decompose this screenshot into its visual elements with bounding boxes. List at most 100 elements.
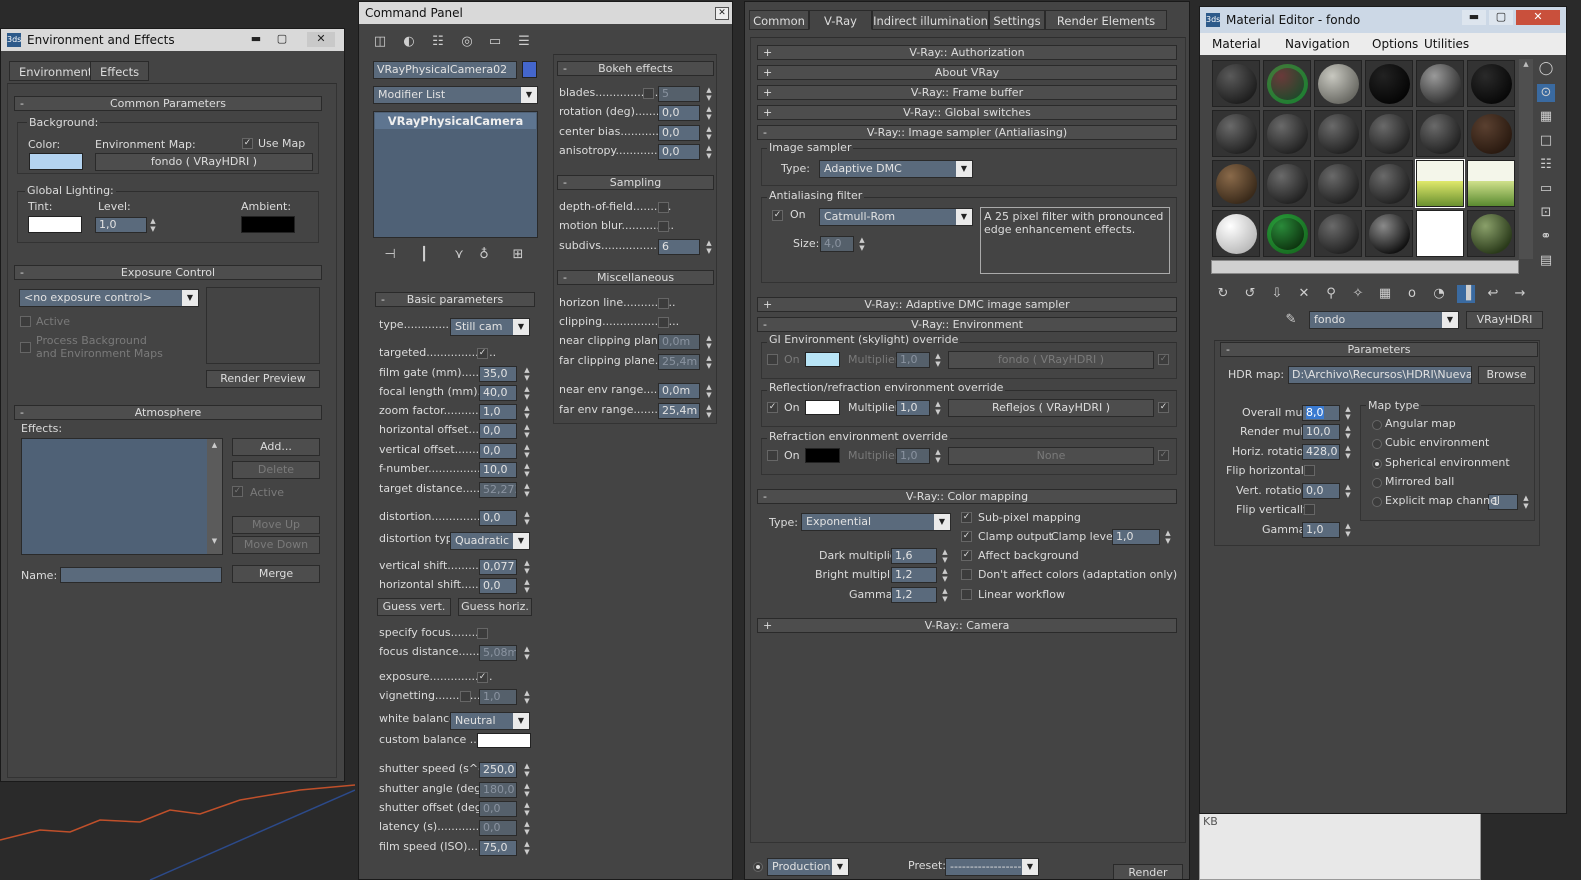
custom-balance-swatch[interactable]	[477, 733, 531, 748]
tab-effects[interactable]: Effects	[90, 61, 150, 81]
material-name-dropdown[interactable]: fondo ▼	[1309, 311, 1459, 329]
basic-param-checkbox[interactable]: ✓	[477, 348, 488, 359]
rollout-sampling[interactable]: - Sampling	[557, 175, 714, 190]
material-sample-slot[interactable]	[1467, 160, 1515, 207]
sub-pixel-checkbox[interactable]: ✓	[961, 512, 972, 523]
basic-param-spinner[interactable]: 0,077	[479, 559, 517, 575]
flip-horizontally-checkbox[interactable]	[1304, 465, 1315, 476]
delete-effect-button[interactable]: Delete	[232, 461, 320, 479]
rollout-exposure-control[interactable]: - Exposure Control	[14, 265, 322, 280]
hdr-gamma-spinner[interactable]: 1,0	[1302, 522, 1340, 538]
basic-param-checkbox[interactable]: ✓	[477, 672, 488, 683]
level-spinner-arrows[interactable]: ▲ ▼	[148, 217, 158, 233]
sampling-param-spinner[interactable]: 6	[658, 239, 700, 255]
render-mult-spinner[interactable]: 10,0	[1302, 424, 1340, 440]
sampler-type-dropdown[interactable]: Adaptive DMC ▼	[819, 160, 973, 178]
misc-param-arrows[interactable]: ▲ ▼	[704, 354, 714, 370]
basic-param-spinner[interactable]: 250,0	[479, 762, 517, 778]
remove-modifier-icon[interactable]: ♁	[475, 246, 493, 264]
material-toolbar-icon[interactable]: ▦	[1376, 285, 1394, 303]
refl-map-checkbox[interactable]: ✓	[1158, 402, 1169, 413]
basic-param-spinner-arrows[interactable]: ▲ ▼	[522, 578, 532, 594]
basic-param-spinner-arrows[interactable]: ▲ ▼	[522, 820, 532, 836]
refl-map-button[interactable]: Reflejos ( VRayHDRI )	[948, 399, 1154, 417]
pick-material-icon[interactable]: ✎	[1282, 311, 1300, 329]
cm-gamma-spinner[interactable]: 1,2	[891, 587, 937, 603]
basic-param-dropdown[interactable]: Still cam ▼	[450, 318, 530, 336]
mat-close-button[interactable]: ✕	[1516, 10, 1560, 25]
basic-param-spinner-arrows[interactable]: ▲ ▼	[522, 366, 532, 382]
sample-slot-tool-icon[interactable]: ⊙	[1537, 84, 1555, 102]
modifier-stack[interactable]	[373, 111, 538, 238]
basic-param-spinner[interactable]: 0,0	[479, 443, 517, 459]
move-down-button[interactable]: Move Down	[232, 536, 320, 554]
rollout-vrayhdri-parameters[interactable]: - Parameters	[1220, 342, 1538, 357]
clamp-level-spinner[interactable]: 1,0	[1112, 529, 1160, 545]
material-sample-slot[interactable]	[1212, 160, 1260, 207]
preset-dropdown[interactable]: -------------------- ▼	[945, 858, 1039, 876]
basic-param-spinner[interactable]: 40,0	[479, 385, 517, 401]
hdr-gamma-arrows[interactable]: ▲ ▼	[1343, 522, 1353, 538]
material-sample-slot[interactable]	[1467, 210, 1515, 257]
mat-minimize-button[interactable]: ▬	[1462, 10, 1486, 25]
render-preview-button[interactable]: Render Preview	[206, 370, 320, 388]
sample-slot-tool-icon[interactable]: ◯	[1537, 60, 1555, 78]
rollout-bokeh-effects[interactable]: - Bokeh effects	[557, 61, 714, 76]
overall-mult-arrows[interactable]: ▲ ▼	[1343, 405, 1353, 421]
render-tab[interactable]: Settings	[989, 10, 1045, 30]
sample-slot-tool-icon[interactable]: ⚭	[1537, 228, 1555, 246]
material-sample-slot[interactable]	[1467, 110, 1515, 157]
sample-slot-tool-icon[interactable]: ☷	[1537, 156, 1555, 174]
gi-color-swatch[interactable]	[805, 352, 840, 367]
render-mult-arrows[interactable]: ▲ ▼	[1343, 424, 1353, 440]
bokeh-param-arrows[interactable]: ▲ ▼	[704, 105, 714, 121]
misc-param-spinner[interactable]: 0,0m	[658, 334, 700, 350]
refr-multiplier-arrows[interactable]: ▲ ▼	[933, 448, 943, 464]
object-color-swatch[interactable]	[522, 61, 537, 78]
misc-param-checkbox[interactable]	[658, 317, 669, 328]
basic-param-checkbox[interactable]	[477, 628, 488, 639]
production-radio[interactable]	[753, 862, 763, 872]
basic-param-spinner[interactable]: 0,0	[479, 578, 517, 594]
refl-override-checkbox[interactable]: ✓	[767, 402, 778, 413]
bokeh-param-spinner[interactable]: 0,0	[658, 144, 700, 160]
render-tab[interactable]: V-Ray	[809, 10, 872, 30]
map-type-radio[interactable]	[1372, 459, 1382, 469]
mat-menu-item[interactable]: Navigation	[1285, 37, 1350, 51]
misc-param-arrows[interactable]: ▲ ▼	[704, 334, 714, 350]
mat-menu-item[interactable]: Options	[1372, 37, 1418, 51]
material-sample-slot[interactable]	[1314, 60, 1362, 107]
basic-param-spinner-arrows[interactable]: ▲ ▼	[522, 404, 532, 420]
flip-vertically-checkbox[interactable]	[1304, 504, 1315, 515]
minimize-button[interactable]: ▬	[245, 32, 267, 47]
bright-multiplier-arrows[interactable]: ▲ ▼	[940, 567, 950, 583]
material-sample-slot[interactable]	[1416, 210, 1464, 257]
basic-param-spinner-arrows[interactable]: ▲ ▼	[522, 801, 532, 817]
hdr-map-path-field[interactable]: D:\Archivo\Recursos\HDRI\Nueva c	[1288, 366, 1472, 384]
material-sample-slot[interactable]	[1467, 60, 1515, 107]
refr-override-checkbox[interactable]	[767, 450, 778, 461]
affect-background-checkbox[interactable]: ✓	[961, 550, 972, 561]
misc-param-arrows[interactable]: ▲ ▼	[704, 403, 714, 419]
basic-param-spinner[interactable]: 5,08m	[479, 645, 517, 661]
basic-param-spinner-arrows[interactable]: ▲ ▼	[522, 689, 532, 705]
rollout-adaptive-dmc[interactable]: + V-Ray:: Adaptive DMC image sampler	[757, 297, 1177, 312]
rollout-atmosphere[interactable]: - Atmosphere	[14, 405, 322, 420]
material-sample-slot[interactable]	[1314, 210, 1362, 257]
modifier-list-dropdown[interactable]: Modifier List ▼	[373, 86, 538, 104]
hierarchy-tab-icon[interactable]: ☷	[429, 33, 447, 51]
gi-multiplier-arrows[interactable]: ▲ ▼	[933, 352, 943, 368]
basic-param-spinner-arrows[interactable]: ▲ ▼	[522, 423, 532, 439]
effect-name-field[interactable]	[60, 567, 222, 583]
basic-param-spinner[interactable]: 10,0	[479, 462, 517, 478]
misc-param-arrows[interactable]: ▲ ▼	[704, 383, 714, 399]
map-type-radio[interactable]	[1372, 497, 1382, 507]
dark-multiplier-spinner[interactable]: 1,6	[891, 548, 937, 564]
aa-filter-dropdown[interactable]: Catmull-Rom ▼	[819, 208, 973, 226]
material-sample-slot[interactable]	[1416, 110, 1464, 157]
effects-list-scrollbar[interactable]: ▲ ▼	[207, 439, 222, 554]
linear-workflow-checkbox[interactable]	[961, 589, 972, 600]
filter-size-arrows[interactable]: ▲ ▼	[857, 236, 867, 252]
tab-environment[interactable]: Environment	[9, 61, 103, 81]
material-type-button[interactable]: VRayHDRI	[1466, 311, 1543, 329]
